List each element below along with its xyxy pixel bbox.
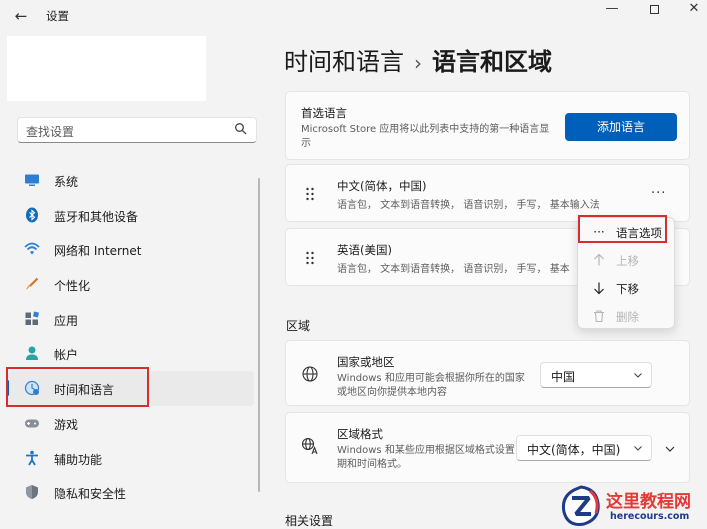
language-name: 英语(美国) <box>337 243 392 257</box>
sidebar-item-label: 系统 <box>54 175 79 189</box>
menu-item-remove[interactable]: 删除 <box>582 303 672 329</box>
highlight-annotation-box <box>6 367 149 407</box>
menu-item-move-up[interactable]: 上移 <box>582 247 672 273</box>
drag-handle-icon[interactable] <box>305 251 315 265</box>
sidebar-item-system[interactable]: 系统 <box>0 163 262 198</box>
sidebar-item-label: 应用 <box>54 313 79 328</box>
country-title: 国家或地区 <box>337 355 395 369</box>
search-placeholder: 查找设置 <box>26 125 75 139</box>
arrow-down-icon <box>594 282 604 295</box>
regional-format-icon <box>301 437 318 455</box>
sidebar-scrollbar[interactable] <box>258 178 260 492</box>
section-title: 首选语言 <box>301 106 347 120</box>
watermark-logo-icon <box>562 485 600 526</box>
region-section-title: 区域 <box>286 319 311 333</box>
sidebar-nav: 系统 蓝牙和其他设备 网络和 Internet 个性化 应用 帐户 时间和语言 … <box>0 163 262 510</box>
format-value: 中文(简体，中国) <box>527 443 621 457</box>
more-options-icon[interactable]: ··· <box>651 186 666 201</box>
accessibility-icon <box>26 450 38 465</box>
country-region-card: 国家或地区 Windows 和应用可能会根据你所在的国家或地区向你提供本地内容 … <box>285 340 690 406</box>
close-button[interactable]: ✕ <box>674 0 707 24</box>
chevron-down-icon <box>634 373 642 378</box>
sidebar-item-label: 帐户 <box>54 348 79 363</box>
watermark: 这里教程网 herecours.com <box>560 485 707 529</box>
format-title: 区域格式 <box>337 427 383 441</box>
menu-item-label: 上移 <box>616 254 639 268</box>
arrow-up-icon <box>594 253 604 266</box>
highlight-annotation-box <box>578 215 667 243</box>
maximize-icon <box>649 5 659 14</box>
expand-chevron-icon[interactable] <box>664 443 676 455</box>
add-language-button[interactable]: 添加语言 <box>565 113 677 141</box>
sidebar-item-privacy[interactable]: 隐私和安全性 <box>0 475 262 510</box>
minimize-button[interactable]: — <box>592 0 632 24</box>
format-description: Windows 和某些应用根据区域格式设置日期和时间格式。 <box>337 445 525 470</box>
language-features: 语言包， 文本到语音转换， 语音识别， 手写， 基本 <box>337 264 570 275</box>
sidebar-item-accessibility[interactable]: 辅助功能 <box>0 441 262 476</box>
section-description: Microsoft Store 应用将以此列表中支持的第一种语言显示 <box>301 124 550 149</box>
breadcrumb-parent[interactable]: 时间和语言 <box>284 48 404 76</box>
watermark-title: 这里教程网 <box>606 492 691 512</box>
watermark-url: herecours.com <box>610 511 690 522</box>
sidebar-item-gaming[interactable]: 游戏 <box>0 406 262 441</box>
sidebar-item-label: 蓝牙和其他设备 <box>54 209 139 224</box>
preferred-languages-card: 首选语言 Microsoft Store 应用将以此列表中支持的第一种语言显示 … <box>285 91 690 160</box>
sidebar-item-label: 个性化 <box>54 279 91 294</box>
account-icon <box>26 346 38 361</box>
apps-icon <box>25 311 39 325</box>
app-title: 设置 <box>46 9 69 23</box>
page-title: 语言和区域 <box>432 48 552 76</box>
menu-item-label: 下移 <box>616 282 639 296</box>
breadcrumb-separator: › <box>414 51 422 75</box>
country-select[interactable]: 中国 <box>540 362 652 388</box>
shield-icon <box>26 485 38 500</box>
sidebar-item-label: 辅助功能 <box>54 452 103 467</box>
regional-format-card[interactable]: 区域格式 Windows 和某些应用根据区域格式设置日期和时间格式。 中文(简体… <box>285 412 690 483</box>
gamepad-icon <box>25 419 39 428</box>
language-item[interactable]: 中文(简体，中国) 语言包， 文本到语音转换， 语音识别， 手写， 基本输入法 … <box>285 164 690 222</box>
title-bar: ← 设置 — ✕ <box>0 0 707 32</box>
drag-handle-icon[interactable] <box>305 187 315 201</box>
related-settings-title: 相关设置 <box>285 514 334 528</box>
sidebar-item-label: 网络和 Internet <box>54 244 142 259</box>
trash-icon <box>594 310 604 323</box>
sidebar-item-label: 游戏 <box>54 417 79 432</box>
search-input[interactable]: 查找设置 <box>17 117 257 143</box>
sidebar-item-personalization[interactable]: 个性化 <box>0 267 262 302</box>
search-icon[interactable] <box>234 122 248 136</box>
bluetooth-icon <box>26 207 38 223</box>
globe-icon <box>302 366 318 382</box>
brush-icon <box>26 277 39 290</box>
country-value: 中国 <box>551 370 576 384</box>
chevron-down-icon <box>634 446 642 451</box>
maximize-button[interactable] <box>634 0 674 24</box>
regional-format-select[interactable]: 中文(简体，中国) <box>516 435 652 461</box>
breadcrumb: 时间和语言 › 语言和区域 <box>284 42 552 77</box>
sidebar-item-accounts[interactable]: 帐户 <box>0 336 262 371</box>
menu-item-move-down[interactable]: 下移 <box>582 275 672 301</box>
sidebar-item-network[interactable]: 网络和 Internet <box>0 232 262 267</box>
sidebar-item-bluetooth[interactable]: 蓝牙和其他设备 <box>0 198 262 233</box>
menu-item-label: 删除 <box>616 310 639 324</box>
monitor-icon <box>25 174 39 186</box>
back-arrow-icon[interactable]: ← <box>12 7 30 25</box>
wifi-icon <box>24 242 40 255</box>
language-name: 中文(简体，中国) <box>337 179 427 193</box>
country-description: Windows 和应用可能会根据你所在的国家或地区向你提供本地内容 <box>337 373 525 398</box>
user-profile-card[interactable] <box>7 36 206 101</box>
sidebar-item-label: 隐私和安全性 <box>54 487 127 502</box>
language-features: 语言包， 文本到语音转换， 语音识别， 手写， 基本输入法 <box>337 200 600 211</box>
sidebar-item-apps[interactable]: 应用 <box>0 302 262 337</box>
